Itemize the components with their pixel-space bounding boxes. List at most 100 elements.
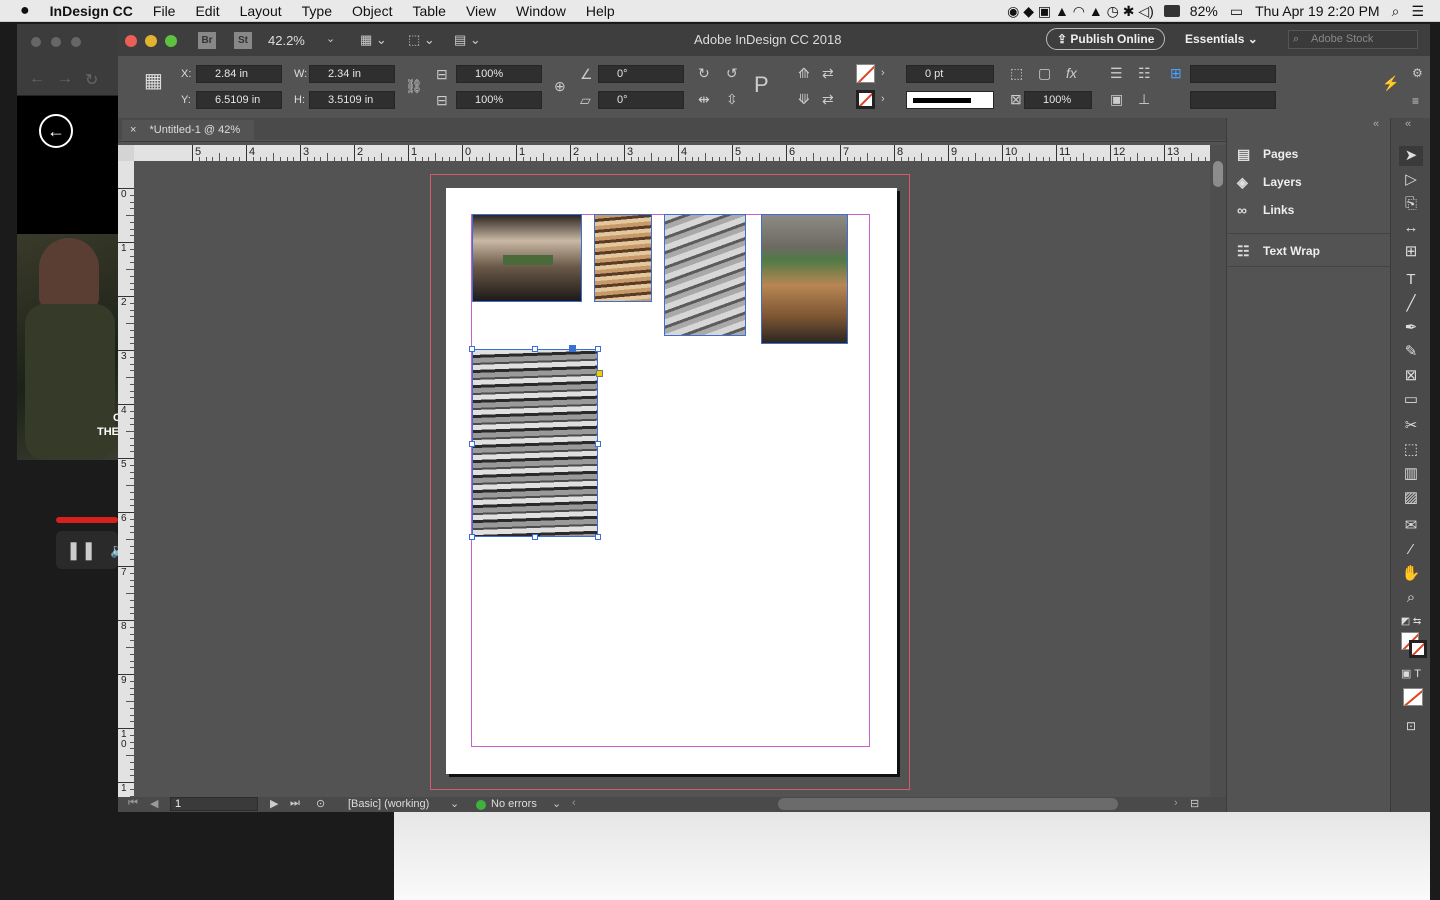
width-field[interactable]: 2.34 in [309,65,395,83]
reload-icon[interactable]: ↻ [85,70,98,90]
preflight-status[interactable]: No errors [491,798,537,810]
resize-handle-tl[interactable] [469,346,475,352]
screen-mode-icon[interactable]: ⬚ ⌄ [408,32,435,48]
gradient-feather-tool-icon[interactable]: ▨ [1399,488,1423,508]
pages-panel-tab[interactable]: ▤ Pages [1227,140,1391,168]
formatting-affects-container-icon[interactable]: ▣ T [1399,664,1423,684]
menu-object[interactable]: Object [342,0,402,22]
fill-stroke-proxy-icon[interactable] [1401,632,1427,658]
grid-field[interactable] [1190,65,1276,83]
notification-center-icon[interactable]: ☰ [1405,3,1440,20]
stroke-swatch[interactable] [856,90,875,109]
zoom-dropdown-icon[interactable]: ⌄ [326,32,335,45]
object-style-select[interactable] [1190,91,1276,109]
select-previous-icon[interactable]: ⇄ [822,66,834,80]
previous-page-icon[interactable]: ◀ [150,797,158,810]
grid-icon[interactable]: ⊞ [1170,66,1182,80]
free-transform-tool-icon[interactable]: ⬚ [1399,440,1423,460]
scale-y-field[interactable]: 100% [456,91,542,109]
type-tool-icon[interactable]: T [1399,270,1423,290]
image-frame-selected[interactable] [469,345,603,540]
rotation-field[interactable]: 0° [598,65,684,83]
text-wrap-jump-icon[interactable]: ⊥ [1138,92,1150,106]
flip-vertical-icon[interactable]: ⇳ [726,92,738,106]
screen-mode-icon[interactable]: ⊡ [1399,716,1423,736]
resize-handle-t[interactable] [532,346,538,352]
document-page[interactable] [446,188,897,774]
back-circle-icon[interactable]: ← [39,114,73,148]
profile-dropdown-icon[interactable]: ⌄ [450,797,459,810]
menu-help[interactable]: Help [576,0,625,22]
select-content-icon[interactable]: ⟱ [798,92,810,106]
stock-button[interactable]: St [234,32,252,49]
eyedropper-tool-icon[interactable]: ⁄ [1399,540,1423,560]
layers-panel-tab[interactable]: ◈ Layers [1227,168,1391,196]
live-corner-handle[interactable] [596,370,603,377]
hand-tool-icon[interactable]: ✋ [1399,564,1423,584]
note-tool-icon[interactable]: ✉ [1399,516,1423,536]
image-frame-table-setting[interactable] [761,214,848,344]
fill-menu-icon[interactable]: › [881,66,885,80]
gap-tool-icon[interactable]: ↔ [1399,218,1423,238]
control-menu-icon[interactable]: ≡ [1412,94,1419,108]
document-tab[interactable]: × *Untitled-1 @ 42% [122,120,254,140]
line-tool-icon[interactable]: ╱ [1399,294,1423,314]
flag-icon[interactable] [1163,5,1180,17]
rotate-ccw-icon[interactable]: ↺ [726,66,738,80]
resize-handle-tr[interactable] [595,346,601,352]
constrain-scale-icon[interactable]: ⊕ [554,79,566,93]
scissors-tool-icon[interactable]: ✂ [1399,416,1423,436]
rotate-cw-icon[interactable]: ↻ [698,66,710,80]
horizontal-ruler[interactable]: 543210123456789101112131 [134,145,1210,161]
opacity-field[interactable]: 100% [1024,91,1092,109]
pencil-tool-icon[interactable]: ✎ [1399,342,1423,362]
split-window-icon[interactable]: ⊟ [1190,797,1199,810]
text-wrap-panel-tab[interactable]: ☷ Text Wrap [1227,237,1391,265]
default-fill-stroke-icon[interactable]: ◩ ⇆ [1399,612,1423,632]
preflight-profile[interactable]: [Basic] (working) [348,798,429,810]
menu-table[interactable]: Table [402,0,455,22]
next-page-icon[interactable]: ▶ [270,797,278,810]
resize-handle-l[interactable] [469,441,475,447]
pasteboard[interactable] [134,161,1210,797]
image-frame-wedding-room[interactable] [472,214,582,302]
pause-icon[interactable]: ❚❚ [66,540,96,561]
quick-apply-icon[interactable]: ⚡ [1382,76,1399,90]
select-container-icon[interactable]: ⟰ [798,66,810,80]
scroll-right-icon[interactable]: › [1174,797,1178,809]
horizontal-scroll-thumb[interactable] [778,798,1118,810]
resize-handle-br[interactable] [595,534,601,540]
apply-none-icon[interactable] [1403,688,1423,706]
vertical-scroll-thumb[interactable] [1213,161,1223,187]
adobe-stock-search[interactable]: ⌕ Adobe Stock [1288,30,1418,49]
scale-x-field[interactable]: 100% [456,65,542,83]
menu-view[interactable]: View [456,0,506,22]
vertical-ruler[interactable]: 0 1 2 3 4 5 6 7 8 9 1 0 1 [118,161,134,797]
zoom-window-button[interactable] [165,35,177,47]
height-field[interactable]: 3.5109 in [309,91,395,109]
view-options-icon[interactable]: ▦ ⌄ [360,32,387,48]
pen-tool-icon[interactable]: ✒ [1399,318,1423,338]
first-page-icon[interactable]: ⏮ [128,797,138,810]
image-frame-wood-texture[interactable] [594,214,652,302]
spotlight-icon[interactable]: ⌕ [1386,3,1406,20]
select-next-icon[interactable]: ⇄ [822,92,834,106]
resize-handle-r[interactable] [595,441,601,447]
shear-field[interactable]: 0° [598,91,684,109]
video-progress-bar[interactable] [56,517,118,523]
stroke-menu-icon[interactable]: › [881,92,885,106]
x-field[interactable]: 2.84 in [196,65,282,83]
menu-window[interactable]: Window [506,0,576,22]
back-arrow-icon[interactable]: ← [29,70,45,88]
drop-shadow-icon[interactable]: ▢ [1038,66,1051,80]
battery-level[interactable]: 82% [1184,3,1224,19]
minimize-window-button[interactable] [145,35,157,47]
text-wrap-bbox-icon[interactable]: ☷ [1138,66,1151,80]
content-grabber[interactable] [569,345,576,352]
collapse-tools-icon[interactable]: « [1405,118,1411,130]
close-tab-icon[interactable]: × [130,124,136,136]
rectangle-frame-tool-icon[interactable]: ⊠ [1399,366,1423,386]
resize-handle-bl[interactable] [469,534,475,540]
ruler-origin[interactable] [118,145,134,161]
control-settings-icon[interactable]: ⚙ [1412,66,1423,80]
